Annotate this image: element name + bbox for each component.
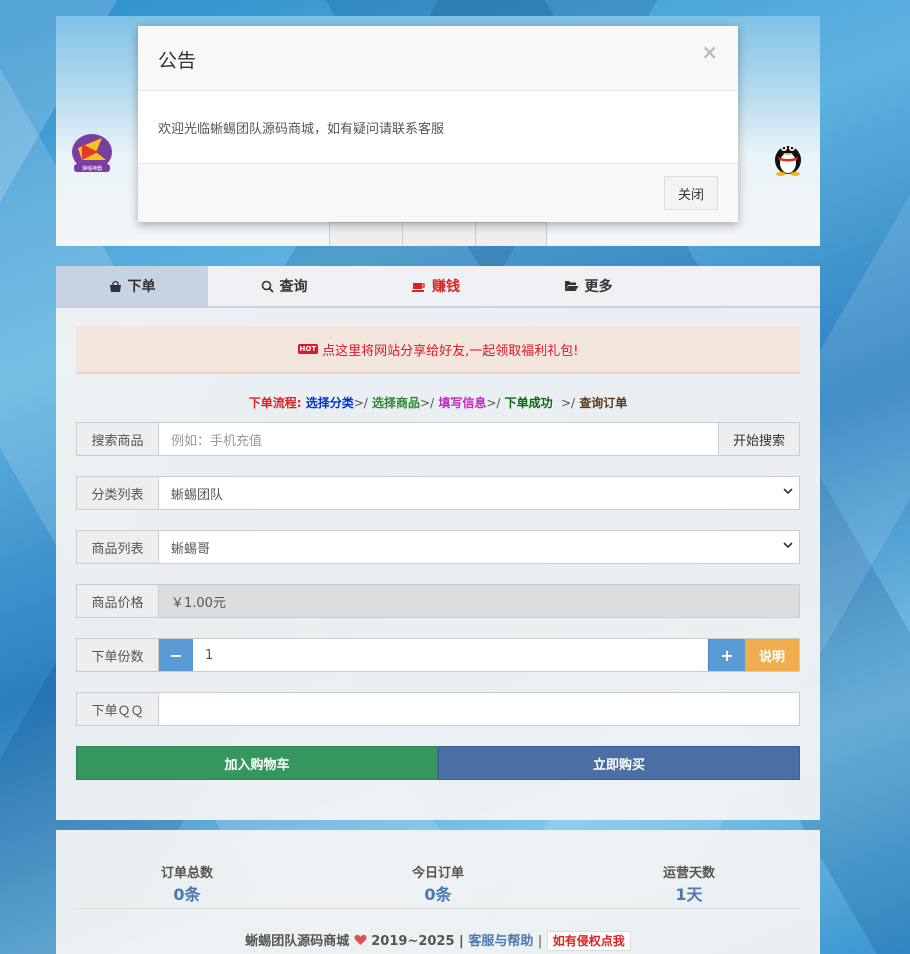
- footer: 蜥蜴团队源码商城 2019~2025 | 客服与帮助 | 如有侵权点我: [56, 930, 820, 951]
- share-notice[interactable]: HOT 点这里将网站分享给好友,一起领取福利礼包!: [76, 326, 800, 374]
- tab-query[interactable]: 查询: [208, 266, 360, 306]
- price-label: 商品价格: [77, 585, 159, 617]
- stat-value: 0条: [173, 885, 201, 904]
- price-row: 商品价格 ￥1.00元: [76, 584, 800, 618]
- flow-sep: >/: [561, 396, 576, 410]
- product-row: 商品列表 蜥蜴哥: [76, 530, 800, 564]
- quantity-label: 下单份数: [77, 639, 159, 671]
- product-value: 蜥蜴哥: [171, 541, 211, 557]
- stat-today-orders: 今日订单 0条: [338, 862, 538, 905]
- flow-step-5: 查询订单: [579, 396, 628, 410]
- category-row: 分类列表 蜥蜴团队: [76, 476, 800, 510]
- flow-prefix: 下单流程:: [248, 396, 302, 410]
- price-field: ￥1.00元: [159, 585, 799, 617]
- stat-title: 运营天数: [662, 866, 715, 881]
- product-label: 商品列表: [77, 531, 159, 563]
- header-button[interactable]: [476, 223, 546, 246]
- tab-earn[interactable]: 赚钱: [360, 266, 512, 306]
- header-button-group: [329, 222, 547, 246]
- stat-value: 0条: [424, 885, 452, 904]
- site-logo[interactable]: 弹唱神器: [68, 130, 116, 174]
- quantity-input[interactable]: 1: [193, 639, 708, 671]
- stat-total-orders: 订单总数 0条: [87, 862, 287, 905]
- hot-badge: HOT: [297, 344, 319, 354]
- header-button[interactable]: [403, 223, 476, 246]
- help-link[interactable]: 客服与帮助: [468, 934, 533, 949]
- header-button[interactable]: [330, 223, 403, 246]
- search-row: 搜索商品 例如：手机充值 开始搜索: [76, 422, 800, 456]
- flow-step-3: 填写信息: [438, 396, 487, 410]
- stat-title: 订单总数: [160, 866, 213, 881]
- qq-label: 下单ＱＱ: [77, 693, 159, 725]
- search-input[interactable]: 例如：手机充值: [159, 423, 718, 455]
- footer-sep: |: [537, 934, 543, 949]
- modal-close-button[interactable]: 关闭: [664, 176, 718, 210]
- share-notice-text: 点这里将网站分享给好友,一起领取福利礼包!: [322, 343, 579, 359]
- category-select[interactable]: 蜥蜴团队: [159, 477, 799, 509]
- coffee-icon: [412, 282, 425, 292]
- search-label: 搜索商品: [77, 423, 159, 455]
- buy-now-button[interactable]: 立即购买: [438, 746, 800, 780]
- modal-close-icon[interactable]: ×: [701, 40, 718, 64]
- quantity-row: 下单份数 − 1 + 说明: [76, 638, 800, 672]
- add-to-cart-button[interactable]: 加入购物车: [76, 746, 438, 780]
- stat-value: 1天: [675, 885, 703, 904]
- category-label: 分类列表: [77, 477, 159, 509]
- explain-button[interactable]: 说明: [745, 639, 799, 671]
- flow-step-1: 选择分类: [305, 396, 354, 410]
- modal-footer: 关闭: [138, 164, 738, 222]
- order-panel: 下单 查询 赚钱 更多 HOT 点这里将网站分享给好友,一起领取福利礼包! 下单…: [56, 266, 820, 820]
- footer-site-name: 蜥蜴团队源码商城: [245, 934, 350, 949]
- tab-label: 赚钱: [432, 279, 460, 295]
- tab-label: 更多: [584, 279, 613, 295]
- stats-panel: 订单总数 0条 今日订单 0条 运营天数 1天 蜥蜴团队源码商城 2019~20…: [56, 830, 820, 954]
- tab-bar: 下单 查询 赚钱 更多: [56, 266, 820, 308]
- flow-step-2: 选择商品: [372, 396, 421, 410]
- qq-penguin-icon[interactable]: [770, 136, 806, 176]
- flow-sep: >/: [486, 396, 501, 410]
- footer-years: 2019~2025 |: [371, 934, 464, 949]
- stat-title: 今日订单: [411, 866, 464, 881]
- order-flow: 下单流程: 选择分类>/ 选择商品>/ 填写信息>/ 下单成功 >/ 查询订单: [56, 394, 820, 411]
- modal-header: 公告 ×: [138, 26, 738, 91]
- logo-text: 弹唱神器: [82, 165, 102, 172]
- tab-label: 下单: [127, 279, 156, 295]
- quantity-plus-button[interactable]: +: [708, 639, 745, 671]
- announcement-modal: 公告 × 欢迎光临蜥蜴团队源码商城，如有疑问请联系客服 关闭: [138, 26, 738, 222]
- flow-sep: >/: [420, 396, 435, 410]
- qq-row: 下单ＱＱ: [76, 692, 800, 726]
- search-button[interactable]: 开始搜索: [718, 423, 799, 455]
- qq-input[interactable]: [159, 693, 799, 725]
- chevron-down-icon: [783, 488, 793, 495]
- divider: [76, 908, 800, 909]
- search-icon: [261, 280, 274, 293]
- category-value: 蜥蜴团队: [171, 487, 224, 503]
- modal-body: 欢迎光临蜥蜴团队源码商城，如有疑问请联系客服: [138, 91, 738, 164]
- modal-title: 公告: [158, 50, 197, 72]
- heart-icon: [354, 934, 367, 945]
- tab-more[interactable]: 更多: [512, 266, 664, 306]
- report-infringement-button[interactable]: 如有侵权点我: [546, 931, 631, 951]
- chevron-down-icon: [783, 542, 793, 549]
- folder-open-icon: [564, 281, 578, 291]
- product-select[interactable]: 蜥蜴哥: [159, 531, 799, 563]
- flow-sep: >/: [353, 396, 368, 410]
- quantity-minus-button[interactable]: −: [159, 639, 193, 671]
- tab-label: 查询: [279, 279, 308, 295]
- flow-step-4: 下单成功: [504, 396, 553, 410]
- stat-operating-days: 运营天数 1天: [589, 862, 789, 905]
- tab-order[interactable]: 下单: [56, 266, 208, 306]
- shopping-bag-icon: [109, 280, 121, 292]
